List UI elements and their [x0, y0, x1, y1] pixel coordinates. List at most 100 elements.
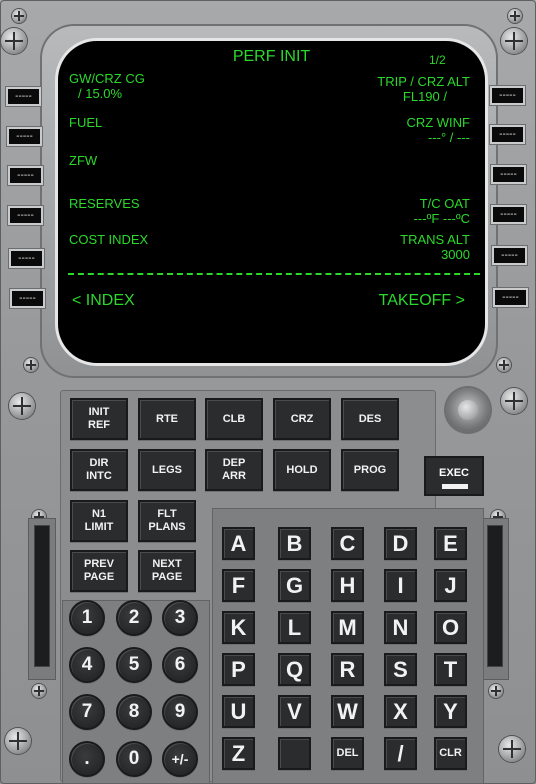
lsk-1r[interactable]: -----: [490, 86, 525, 105]
key-v[interactable]: V: [278, 695, 311, 728]
lsk-3r[interactable]: -----: [491, 165, 526, 184]
screw-icon: [5, 728, 31, 754]
page-title: PERF INIT: [232, 48, 311, 65]
init-ref-key[interactable]: INIT REF: [70, 398, 128, 440]
key-del[interactable]: DEL: [331, 737, 364, 770]
key-g[interactable]: G: [278, 569, 311, 602]
screw-icon: [501, 388, 527, 414]
key-j[interactable]: J: [434, 569, 467, 602]
light-slot: [34, 525, 50, 667]
exec-key[interactable]: EXEC: [424, 456, 484, 496]
key-4[interactable]: 4: [69, 647, 105, 683]
brightness-knob[interactable]: [446, 388, 490, 432]
key-3[interactable]: 3: [162, 600, 198, 636]
exec-label: EXEC: [439, 467, 469, 479]
prev-page-key[interactable]: PREV PAGE: [70, 550, 128, 592]
key-5[interactable]: 5: [116, 647, 152, 683]
key-n[interactable]: N: [384, 611, 417, 644]
screw-icon: [24, 358, 38, 372]
lsk-5r[interactable]: -----: [492, 246, 527, 265]
crz-key[interactable]: CRZ: [273, 398, 331, 440]
key-u[interactable]: U: [222, 695, 255, 728]
clb-key[interactable]: CLB: [205, 398, 263, 440]
key-8[interactable]: 8: [116, 694, 152, 730]
index-prompt: < INDEX: [72, 292, 135, 309]
n1-limit-key[interactable]: N1 LIMIT: [70, 500, 128, 542]
gw-crz-cg-label: GW/CRZ CG: [69, 71, 145, 86]
screw-icon: [1, 28, 27, 54]
fuel-label: FUEL: [69, 115, 103, 130]
key-k[interactable]: K: [222, 611, 255, 644]
zfw-label: ZFW: [69, 153, 98, 168]
key-blank[interactable]: [278, 737, 311, 770]
dir-intc-key[interactable]: DIR INTC: [70, 449, 128, 491]
lsk-6r[interactable]: -----: [493, 288, 528, 307]
des-key[interactable]: DES: [341, 398, 399, 440]
screw-icon: [12, 9, 26, 23]
key-w[interactable]: W: [331, 695, 364, 728]
takeoff-prompt: TAKEOFF >: [378, 292, 465, 309]
key-p[interactable]: P: [222, 653, 255, 686]
key-dot[interactable]: .: [69, 741, 105, 777]
tc-oat-value: ---ºF ---ºC: [413, 211, 470, 226]
lsk-2l[interactable]: -----: [7, 127, 42, 146]
screw-icon: [501, 28, 527, 54]
key-slash[interactable]: /: [384, 737, 417, 770]
lsk-5l[interactable]: -----: [9, 249, 44, 268]
legs-key[interactable]: LEGS: [138, 449, 196, 491]
separator-line: [68, 273, 480, 275]
lsk-2r[interactable]: -----: [490, 125, 525, 144]
key-d[interactable]: D: [384, 527, 417, 560]
key-0[interactable]: 0: [116, 741, 152, 777]
key-6[interactable]: 6: [162, 647, 198, 683]
key-clr[interactable]: CLR: [434, 737, 467, 770]
key-y[interactable]: Y: [434, 695, 467, 728]
key-x[interactable]: X: [384, 695, 417, 728]
flt-plans-key[interactable]: FLT PLANS: [138, 500, 196, 542]
prog-key[interactable]: PROG: [341, 449, 399, 491]
lsk-4r[interactable]: -----: [491, 205, 526, 224]
key-q[interactable]: Q: [278, 653, 311, 686]
screw-icon: [489, 684, 503, 698]
key-h[interactable]: H: [331, 569, 364, 602]
key-o[interactable]: O: [434, 611, 467, 644]
left-side-recess: [28, 518, 56, 680]
key-m[interactable]: M: [331, 611, 364, 644]
key-2[interactable]: 2: [116, 600, 152, 636]
trans-alt-label: TRANS ALT: [400, 232, 470, 247]
key-f[interactable]: F: [222, 569, 255, 602]
key-z[interactable]: Z: [222, 737, 255, 770]
tc-oat-label: T/C OAT: [419, 196, 470, 211]
trip-crz-alt-value: FL190 /: [402, 89, 447, 104]
key-r[interactable]: R: [331, 653, 364, 686]
lsk-1l[interactable]: -----: [6, 87, 41, 106]
page-number: 1/2: [429, 53, 446, 67]
lsk-4l[interactable]: -----: [8, 206, 43, 225]
lsk-6l[interactable]: -----: [10, 289, 45, 308]
key-plus-minus[interactable]: +/-: [162, 741, 198, 777]
key-e[interactable]: E: [434, 527, 467, 560]
rte-key[interactable]: RTE: [138, 398, 196, 440]
key-s[interactable]: S: [384, 653, 417, 686]
key-1[interactable]: 1: [69, 600, 105, 636]
gw-crz-cg-value: / 15.0%: [78, 86, 123, 101]
next-page-key[interactable]: NEXT PAGE: [138, 550, 196, 592]
light-slot: [487, 525, 503, 667]
key-t[interactable]: T: [434, 653, 467, 686]
key-a[interactable]: A: [222, 527, 255, 560]
hold-key[interactable]: HOLD: [273, 449, 331, 491]
reserves-label: RESERVES: [69, 196, 140, 211]
screw-icon: [9, 393, 35, 419]
key-l[interactable]: L: [278, 611, 311, 644]
trans-alt-value: 3000: [441, 247, 470, 262]
dep-arr-key[interactable]: DEP ARR: [205, 449, 263, 491]
crz-winf-label: CRZ WINF: [406, 115, 470, 130]
key-9[interactable]: 9: [162, 694, 198, 730]
key-b[interactable]: B: [278, 527, 311, 560]
key-7[interactable]: 7: [69, 694, 105, 730]
key-i[interactable]: I: [384, 569, 417, 602]
key-c[interactable]: C: [331, 527, 364, 560]
trip-crz-alt-label: TRIP / CRZ ALT: [377, 74, 470, 89]
cdu-display: PERF INIT 1/2 GW/CRZ CG / 15.0% FUEL ZFW…: [55, 38, 488, 366]
lsk-3l[interactable]: -----: [8, 166, 43, 185]
